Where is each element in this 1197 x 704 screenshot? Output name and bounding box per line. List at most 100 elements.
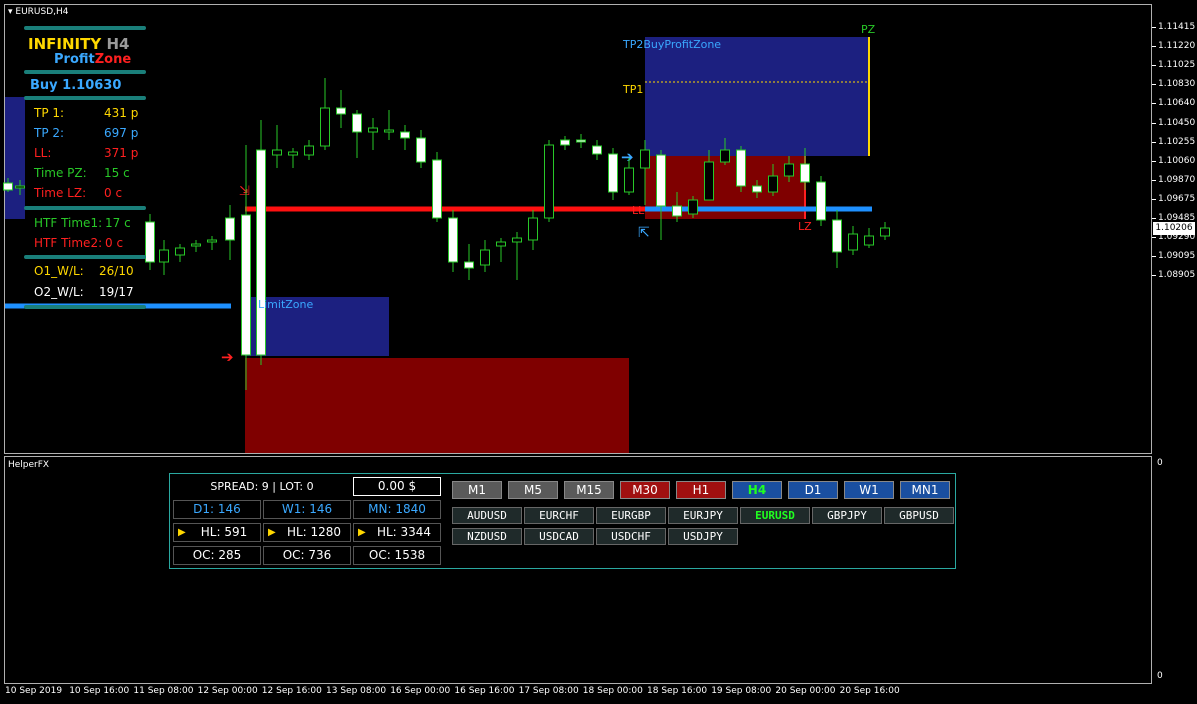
play-icon: ▶ <box>178 527 186 538</box>
lz-label: LZ <box>798 220 812 233</box>
price-tick <box>1152 237 1156 239</box>
price-tick <box>1152 179 1156 181</box>
panel-divider <box>24 206 146 210</box>
symbol-button-gbpusd[interactable]: GBPUSD <box>884 507 954 524</box>
sell-arrow-icon: ➔ <box>221 348 234 366</box>
timeframe-button-m5[interactable]: M5 <box>508 481 558 499</box>
time-label: 18 Sep 16:00 <box>647 686 708 696</box>
candle-body <box>432 159 442 219</box>
candle-body <box>159 249 169 263</box>
candle-body <box>688 199 698 215</box>
wl-value: 19/17 <box>99 285 134 299</box>
subwindow-scale-top: 0 <box>1157 458 1163 468</box>
hl-value: HL: 591 <box>200 525 248 539</box>
symbol-button-eurjpy[interactable]: EURJPY <box>668 507 738 524</box>
symbol-button-usdchf[interactable]: USDCHF <box>596 528 666 545</box>
symbol-button-audusd[interactable]: AUDUSD <box>452 507 522 524</box>
panel-stat-label: TP 1: <box>34 106 65 120</box>
timeframe-button-h4[interactable]: H4 <box>732 481 782 499</box>
candle-body <box>656 154 666 207</box>
brand-zone: Zone <box>94 52 132 67</box>
time-label: 16 Sep 00:00 <box>390 686 451 696</box>
symbol-button-eurusd[interactable]: EURUSD <box>740 507 810 524</box>
timeframe-button-w1[interactable]: W1 <box>844 481 894 499</box>
wl-label: O2_W/L: <box>34 285 84 299</box>
price-label: 1.10830 <box>1158 79 1196 90</box>
time-label: 10 Sep 2019 <box>5 686 63 696</box>
candle-body <box>880 227 890 237</box>
candle-body <box>15 185 25 189</box>
candle-body <box>784 163 794 177</box>
time-label: 12 Sep 16:00 <box>261 686 322 696</box>
panel-stat-label: TP 2: <box>34 126 65 140</box>
price-label: 1.08905 <box>1158 270 1196 281</box>
balance-field: 0.00 $ <box>353 477 441 496</box>
price-tick <box>1152 275 1156 277</box>
symbol-button-usdjpy[interactable]: USDJPY <box>668 528 738 545</box>
candle-body <box>480 249 490 266</box>
candle-body <box>464 261 474 269</box>
candle-body <box>800 163 810 183</box>
brand-profit: Profit <box>54 52 95 67</box>
subwindow-title: HelperFX <box>8 460 50 470</box>
price-tick <box>1152 218 1156 219</box>
candle-body <box>736 149 746 187</box>
candle-body <box>241 214 251 356</box>
price-tick <box>1152 65 1156 67</box>
candle-body <box>145 221 155 263</box>
candle-body <box>720 149 730 163</box>
symbol-button-nzdusd[interactable]: NZDUSD <box>452 528 522 545</box>
tp1-label: TP1 <box>623 83 644 96</box>
candle-body <box>560 139 570 146</box>
hollow-red-arrow-icon: ⇲ <box>239 184 250 199</box>
limit-zone-label: LimitZone <box>258 298 314 311</box>
price-tick <box>1152 256 1156 258</box>
symbol-button-eurgbp[interactable]: EURGBP <box>596 507 666 524</box>
panel-divider <box>24 96 146 100</box>
signal-label: Buy 1.10630 <box>30 78 122 93</box>
price-label: 1.11415 <box>1158 22 1196 32</box>
w1-range: W1: 146 <box>263 500 351 519</box>
current-price-label: 1.10206 <box>1153 222 1195 235</box>
panel-stat-label: LL: <box>34 146 52 160</box>
candle-body <box>576 139 586 143</box>
time-label: 18 Sep 00:00 <box>582 686 643 696</box>
timeframe-button-m1[interactable]: M1 <box>452 481 502 499</box>
price-label: 1.10640 <box>1158 98 1196 109</box>
candle-body <box>320 107 330 147</box>
candle-body <box>225 217 235 241</box>
timeframe-button-m30[interactable]: M30 <box>620 481 670 499</box>
d1-range: D1: 146 <box>173 500 261 519</box>
candle-body <box>704 161 714 201</box>
panel-stat-value: 697 p <box>104 126 139 140</box>
oc-cell: OC: 736 <box>263 546 351 565</box>
symbol-button-eurchf[interactable]: EURCHF <box>524 507 594 524</box>
timeframe-button-d1[interactable]: D1 <box>788 481 838 499</box>
subwindow-scale-bottom: 0 <box>1157 671 1163 681</box>
symbol-button-gbpjpy[interactable]: GBPJPY <box>812 507 882 524</box>
panel-stat-value: 15 c <box>104 166 130 180</box>
price-tick <box>1152 160 1156 162</box>
candle-body <box>272 149 282 156</box>
htf-label: HTF Time1: <box>34 216 103 230</box>
wl-value: 26/10 <box>99 264 134 278</box>
hl-cell: ▶ HL: 1280 <box>263 523 351 542</box>
price-label: 1.09095 <box>1158 251 1196 262</box>
candle-body <box>832 219 842 253</box>
price-tick <box>1152 103 1156 105</box>
spread-lot-label: SPREAD: 9 | LOT: 0 <box>210 480 314 493</box>
pz-label: PZ <box>861 23 876 36</box>
price-tick <box>1152 84 1156 86</box>
time-label: 16 Sep 16:00 <box>454 686 515 696</box>
candle-body <box>288 151 298 156</box>
limit-loss-zone <box>245 358 629 453</box>
timeframe-button-m15[interactable]: M15 <box>564 481 614 499</box>
time-label: 17 Sep 08:00 <box>518 686 579 696</box>
price-tick <box>1152 122 1156 124</box>
price-label: 1.11220 <box>1158 41 1196 52</box>
timeframe-button-h1[interactable]: H1 <box>676 481 726 499</box>
candle-body <box>528 217 538 241</box>
symbol-button-usdcad[interactable]: USDCAD <box>524 528 594 545</box>
timeframe-button-mn1[interactable]: MN1 <box>900 481 950 499</box>
htf-label: HTF Time2: <box>34 236 103 250</box>
